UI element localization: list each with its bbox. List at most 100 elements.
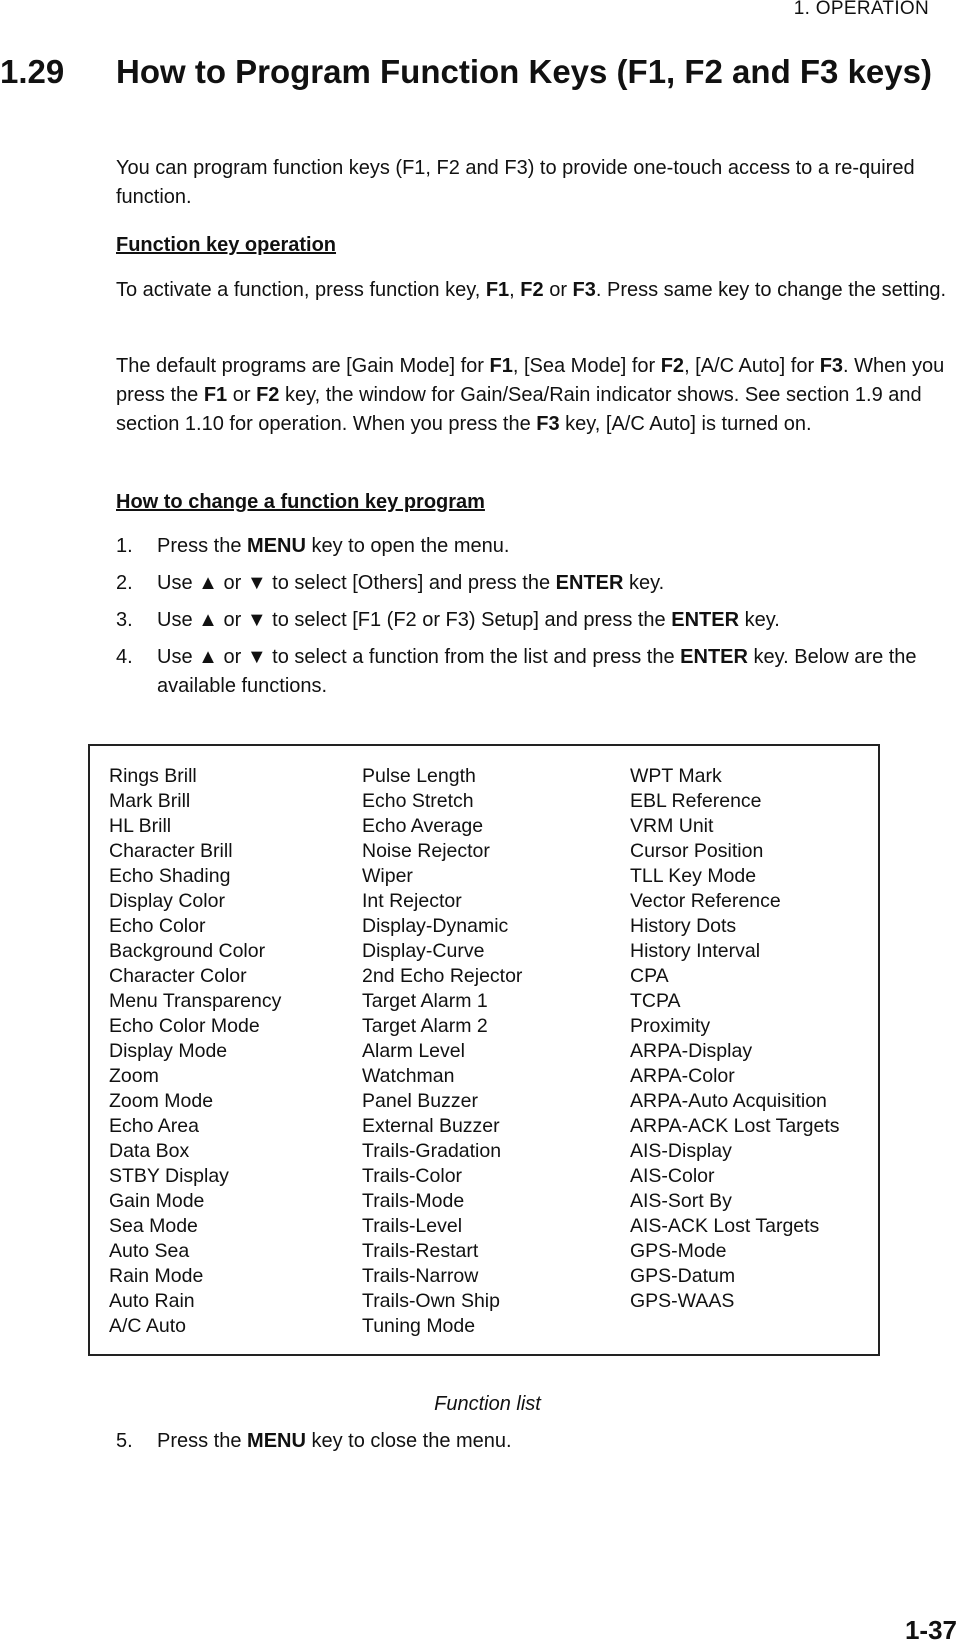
function-list-item: AIS-ACK Lost Targets bbox=[630, 1215, 820, 1237]
function-list-item: STBY Display bbox=[109, 1165, 229, 1187]
text-run: To activate a function, press function k… bbox=[116, 279, 486, 301]
function-list-item: Character Color bbox=[109, 965, 247, 987]
step-number: 4. bbox=[116, 646, 133, 668]
key-name: F3 bbox=[572, 279, 596, 301]
key-name: F2 bbox=[520, 279, 544, 301]
function-list-item: Echo Area bbox=[109, 1115, 199, 1137]
step-number: 3. bbox=[116, 609, 133, 631]
function-list-column-3: WPT Mark EBL Reference VRM Unit Cursor Posi… bbox=[630, 764, 840, 1314]
procedure-steps-continued: 5. Press the MENU key to close the menu. bbox=[116, 1427, 968, 1464]
function-list-item: TLL Key Mode bbox=[630, 865, 757, 887]
text-run: , [Sea Mode] for bbox=[512, 355, 661, 377]
text-run: key to close the menu. bbox=[305, 1430, 512, 1452]
section-title-text: How to Program Function Keys (F1, F2 and… bbox=[116, 53, 932, 90]
function-list-item: ARPA-Auto Acquisition bbox=[630, 1090, 827, 1112]
function-list-item: Target Alarm 1 bbox=[362, 990, 488, 1012]
function-list-item: Proximity bbox=[630, 1015, 711, 1037]
function-list-item: Vector Reference bbox=[630, 890, 781, 912]
step-number: 1. bbox=[116, 535, 133, 557]
function-list-item: AIS-Sort By bbox=[630, 1190, 732, 1212]
function-list-item: Echo Shading bbox=[109, 865, 231, 887]
function-list-item: History Dots bbox=[630, 915, 737, 937]
function-list-item: AIS-Display bbox=[630, 1140, 732, 1162]
text-run: The default programs are [Gain Mode] for bbox=[116, 355, 490, 377]
activate-function-paragraph: To activate a function, press function k… bbox=[116, 276, 968, 305]
function-list-item: Trails-Own Ship bbox=[362, 1290, 500, 1312]
text-run: or bbox=[227, 384, 257, 406]
section-number: 1.29 bbox=[0, 53, 65, 90]
text-run: or bbox=[543, 279, 573, 301]
text-run: Use ▲ or ▼ to select a function from the… bbox=[157, 646, 681, 668]
text-run: key. bbox=[739, 609, 780, 631]
function-list-item: Background Color bbox=[109, 940, 266, 962]
text-run: key, [A/C Auto] is turned on. bbox=[559, 413, 812, 435]
function-list-item: ARPA-ACK Lost Targets bbox=[630, 1115, 840, 1137]
function-list-item: Display Mode bbox=[109, 1040, 228, 1062]
function-list-item: Echo Color Mode bbox=[109, 1015, 260, 1037]
function-list-item: Echo Color bbox=[109, 915, 206, 937]
function-list-item: Data Box bbox=[109, 1140, 190, 1162]
function-list-item: ARPA-Display bbox=[630, 1040, 753, 1062]
function-list-item: Display Color bbox=[109, 890, 225, 912]
function-list-item: Zoom bbox=[109, 1065, 159, 1087]
function-list-item: Auto Rain bbox=[109, 1290, 195, 1312]
function-list-item: External Buzzer bbox=[362, 1115, 500, 1137]
text-run: Use ▲ or ▼ to select [Others] and press … bbox=[157, 572, 556, 594]
function-list-item: Echo Average bbox=[362, 815, 484, 837]
function-list-item: Watchman bbox=[362, 1065, 455, 1087]
function-list-item: Wiper bbox=[362, 865, 413, 887]
key-name: F1 bbox=[489, 355, 513, 377]
function-list-item: EBL Reference bbox=[630, 790, 762, 812]
function-list-item: Menu Transparency bbox=[109, 990, 282, 1012]
function-list-item: TCPA bbox=[630, 990, 681, 1012]
function-list-item: Echo Stretch bbox=[362, 790, 474, 812]
step-number: 5. bbox=[116, 1430, 133, 1452]
function-list-item: CPA bbox=[630, 965, 669, 987]
function-list-item: Zoom Mode bbox=[109, 1090, 214, 1112]
text-run: key. bbox=[623, 572, 665, 594]
step-item: 1. Press the MENU key to open the menu. bbox=[116, 532, 968, 561]
text-run: Press the bbox=[157, 1430, 248, 1452]
function-list-item: AIS-Color bbox=[630, 1165, 715, 1187]
function-list-item: Int Rejector bbox=[362, 890, 462, 912]
function-list-item: WPT Mark bbox=[630, 765, 722, 787]
key-name: ENTER bbox=[680, 646, 748, 668]
function-list-item: Pulse Length bbox=[362, 765, 476, 787]
key-name: MENU bbox=[247, 1430, 306, 1452]
function-list-item: Rings Brill bbox=[109, 765, 197, 787]
function-list-item: GPS-Datum bbox=[630, 1265, 736, 1287]
key-name: ENTER bbox=[555, 572, 624, 594]
function-list-item: History Interval bbox=[630, 940, 761, 962]
step-item: 4. Use ▲ or ▼ to select a function from t… bbox=[116, 643, 968, 701]
figure-caption: Function list bbox=[434, 1393, 541, 1415]
function-list-item: Trails-Color bbox=[362, 1165, 463, 1187]
function-list-item: Trails-Mode bbox=[362, 1190, 465, 1212]
text-run: key to open the menu. bbox=[305, 535, 510, 557]
function-list-item: Gain Mode bbox=[109, 1190, 205, 1212]
procedure-steps: 1. Press the MENU key to open the menu. 2… bbox=[116, 532, 968, 709]
function-list-item: Display-Curve bbox=[362, 940, 485, 962]
step-item: 3. Use ▲ or ▼ to select [F1 (F2 or F3) Se… bbox=[116, 606, 968, 635]
default-programs-paragraph: The default programs are [Gain Mode] for… bbox=[116, 352, 968, 439]
running-header: 1. OPERATION bbox=[793, 0, 929, 19]
function-list-item: ARPA-Color bbox=[630, 1065, 735, 1087]
step-item: 5. Press the MENU key to close the menu. bbox=[116, 1427, 968, 1456]
function-list-item: Cursor Position bbox=[630, 840, 764, 862]
function-list-item: Target Alarm 2 bbox=[362, 1015, 488, 1037]
key-name: F2 bbox=[660, 355, 685, 377]
function-list-column-1: Rings Brill Mark Brill HL Brill Character B… bbox=[109, 764, 281, 1339]
text-run: , bbox=[509, 279, 521, 301]
function-list-item: Sea Mode bbox=[109, 1215, 198, 1237]
page-number: 1-37 bbox=[904, 1615, 957, 1645]
key-name: F2 bbox=[256, 384, 280, 406]
key-name: F3 bbox=[819, 355, 844, 377]
function-list-item: Display-Dynamic bbox=[362, 915, 509, 937]
text-run: , [A/C Auto] for bbox=[684, 355, 820, 377]
text-run: . Press same key to change the setting. bbox=[595, 279, 947, 301]
key-name: MENU bbox=[247, 535, 306, 557]
key-name: ENTER bbox=[671, 609, 740, 631]
function-list-item: Alarm Level bbox=[362, 1040, 465, 1062]
function-list-item: Tuning Mode bbox=[362, 1315, 476, 1337]
step-number: 2. bbox=[116, 572, 133, 594]
key-name: F1 bbox=[485, 279, 510, 301]
